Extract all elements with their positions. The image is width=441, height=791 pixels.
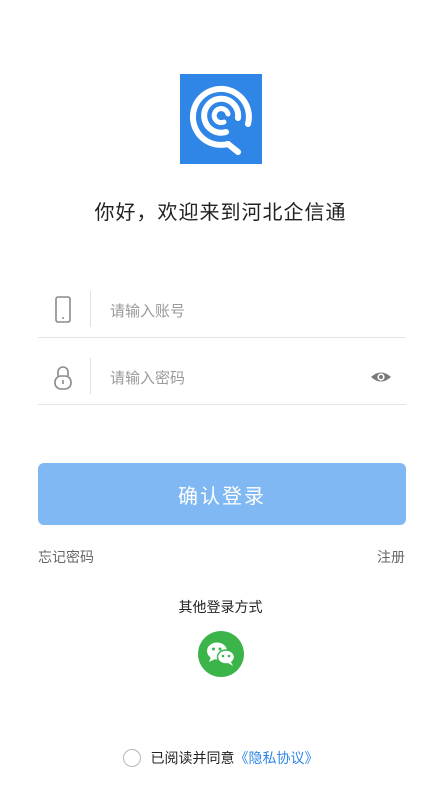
login-button[interactable]: 确认登录 [38,463,406,525]
forgot-password-link[interactable]: 忘记密码 [38,547,94,567]
lock-icon [54,366,72,390]
password-field [38,352,406,405]
welcome-title: 你好，欢迎来到河北企信通 [94,200,347,224]
eye-icon[interactable] [370,368,392,386]
phone-icon [55,296,71,323]
account-field [38,285,406,338]
wechat-icon [207,642,236,666]
brand-logo-graphic [189,85,252,155]
register-link[interactable]: 注册 [377,547,405,567]
agreement-radio[interactable] [122,749,141,767]
privacy-policy-link[interactable]: 《隐私协议》 [235,751,319,767]
account-input[interactable] [108,293,362,329]
agreement-text: 已阅读并同意 [150,751,235,767]
app-logo-icon [180,74,262,164]
field-divider [90,358,91,394]
other-login-title: 其他登录方式 [178,600,263,616]
field-divider [90,291,91,327]
agreement-row: 已阅读并同意《隐私协议》 [0,748,441,768]
password-input[interactable] [108,360,362,396]
wechat-login-button[interactable] [198,631,244,677]
